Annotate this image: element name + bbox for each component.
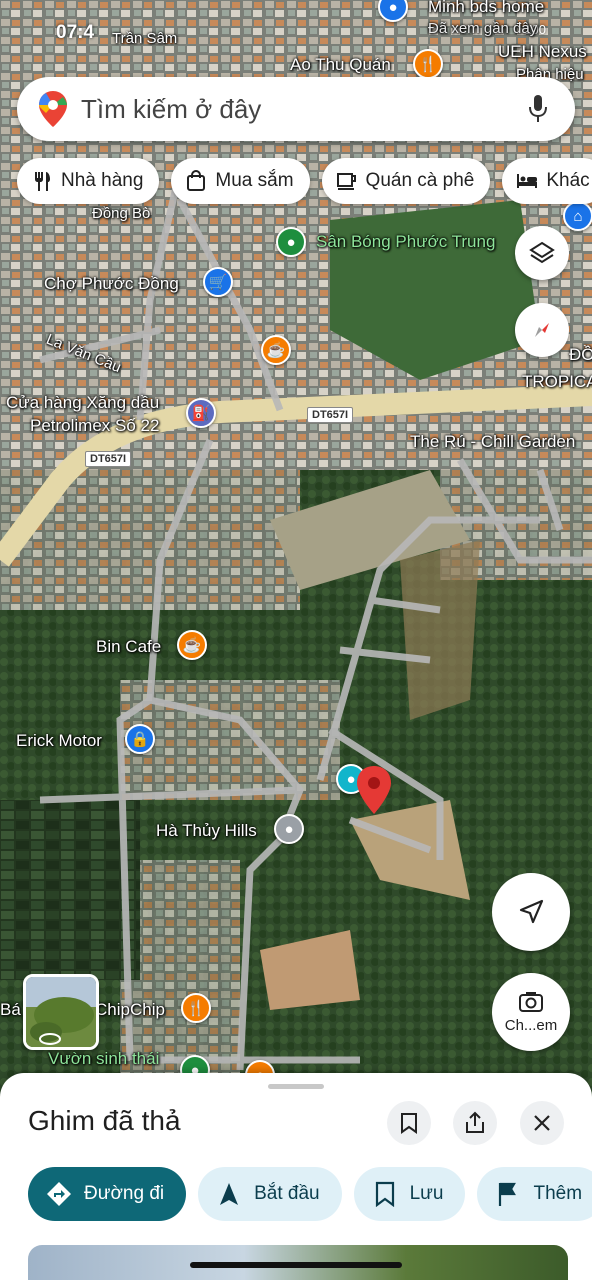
cafe-pin-icon[interactable]: ☕ [177, 630, 207, 660]
bookmark-icon [375, 1181, 394, 1207]
map-label-ao-thu-quan[interactable]: Ao Thu Quán [290, 55, 391, 75]
map-label-vuon-sinh-thai[interactable]: Vườn sinh thái [48, 1049, 159, 1069]
chip-coffee[interactable]: Quán cà phê [321, 158, 491, 204]
place-bottom-sheet[interactable]: Ghim đã thả Đường đi Bắt đầu Lưu Thêm [0, 1073, 592, 1280]
gas-station-pin-icon[interactable]: ⛽ [186, 398, 216, 428]
area-pin-icon[interactable]: ● [274, 814, 304, 844]
add-label-label: Thêm [533, 1183, 583, 1204]
my-location-button[interactable] [492, 873, 570, 951]
restaurant-pin-icon[interactable]: 🍴 [413, 49, 443, 79]
add-label-button[interactable]: Thêm [477, 1167, 592, 1221]
chip-label: Nhà hàng [61, 170, 144, 191]
map-label-cho-phuoc-dong[interactable]: Chợ Phước Đồng [44, 274, 179, 294]
map-label-dong-bo: Đồng Bò [92, 205, 151, 222]
map-label-chipchip[interactable]: ChipChip [95, 1000, 165, 1020]
save-button[interactable]: Lưu [353, 1167, 466, 1221]
directions-icon [47, 1182, 71, 1206]
home-indicator[interactable] [190, 1262, 402, 1268]
navigation-arrow-icon [519, 899, 544, 924]
directions-label: Đường đi [84, 1183, 165, 1204]
coffee-icon [336, 173, 356, 190]
google-maps-logo-icon [39, 91, 67, 127]
road-shield-dt657i: DT657I [307, 407, 354, 423]
map-label-erick-motor[interactable]: Erick Motor [16, 731, 102, 751]
camera-lens-icon [519, 991, 543, 1012]
stadium-pin-icon[interactable]: ● [276, 227, 306, 257]
coffee-pin-icon[interactable]: ☕ [261, 335, 291, 365]
chip-label: Khác [546, 170, 590, 191]
mic-icon[interactable] [523, 91, 553, 127]
chip-hotels[interactable]: Khác [502, 158, 592, 204]
restaurant-icon [35, 172, 50, 191]
map-label-san-bong[interactable]: Sân Bóng Phước Trung [316, 232, 495, 252]
map-label-uehnexus[interactable]: UEH Nexus [498, 42, 587, 62]
lens-label: Ch...em [504, 1016, 558, 1034]
compass-button[interactable] [515, 303, 569, 357]
bookmark-icon [401, 1113, 417, 1134]
road-shield-dt657i-2: DT657I [85, 451, 132, 467]
start-button[interactable]: Bắt đầu [198, 1167, 342, 1221]
search-bar[interactable]: Tìm kiếm ở đây [17, 77, 575, 141]
navigation-start-icon [220, 1183, 239, 1205]
map-label-bin-cafe[interactable]: Bin Cafe [96, 637, 161, 657]
dropped-pin-icon[interactable] [357, 766, 391, 814]
compass-icon [535, 323, 549, 337]
map-label-recent: Đã xem gần đây [428, 20, 538, 37]
chip-label: Mua sắm [215, 170, 294, 191]
map-label-tropica-2[interactable]: TROPICA [522, 372, 592, 392]
sheet-drag-handle[interactable] [268, 1084, 324, 1089]
status-time: 07:4 [56, 22, 95, 43]
category-chips: Nhà hàng Mua sắm Quán cà phê Khác [17, 158, 592, 204]
shopping-bag-icon [187, 170, 206, 191]
map-label-tropica-1: ĐỒ [569, 345, 592, 364]
close-icon [534, 1115, 550, 1131]
street-view-image [26, 977, 96, 1047]
flag-icon [499, 1182, 517, 1206]
chip-label: Quán cà phê [365, 170, 475, 191]
chip-restaurants[interactable]: Nhà hàng [17, 158, 160, 204]
map-label-the-ru[interactable]: The Rú - Chill Garden [410, 432, 575, 452]
search-input[interactable]: Tìm kiếm ở đây [81, 94, 523, 125]
close-button[interactable] [520, 1101, 564, 1145]
save-label: Lưu [409, 1183, 444, 1204]
street-view-thumbnail[interactable] [23, 974, 99, 1050]
motor-shop-pin-icon[interactable]: 🔒 [125, 724, 155, 754]
map-label-ha-thuy-hills[interactable]: Hà Thủy Hills [156, 821, 257, 841]
place-title: Ghim đã thả [28, 1105, 181, 1136]
save-icon-button[interactable] [387, 1101, 431, 1145]
home-pin-icon[interactable]: ⌂ [563, 201, 592, 231]
map-label-tran-sam: Trần Sâm [112, 30, 178, 47]
share-button[interactable] [453, 1101, 497, 1145]
action-buttons: Đường đi Bắt đầu Lưu Thêm [28, 1167, 592, 1221]
chip-shopping[interactable]: Mua sắm [171, 158, 310, 204]
layers-icon [529, 241, 555, 264]
hotel-icon [517, 174, 538, 188]
directions-button[interactable]: Đường đi [28, 1167, 187, 1221]
restaurant-pin-icon-2[interactable]: 🍴 [181, 993, 211, 1023]
map-label-xang-dau-line1[interactable]: Cửa hàng Xăng dầu [6, 393, 159, 413]
start-label: Bắt đầu [254, 1183, 320, 1204]
map-label-minh-bds[interactable]: Minh bds home [428, 0, 544, 17]
shopping-pin-icon[interactable]: 🛒 [203, 267, 233, 297]
map-label-ba: Bá [0, 1000, 21, 1019]
layers-button[interactable] [515, 226, 569, 280]
share-icon [466, 1111, 484, 1133]
lens-button[interactable]: Ch...em [492, 973, 570, 1051]
map-label-xang-dau-line2[interactable]: Petrolimex Số 22 [30, 416, 159, 436]
